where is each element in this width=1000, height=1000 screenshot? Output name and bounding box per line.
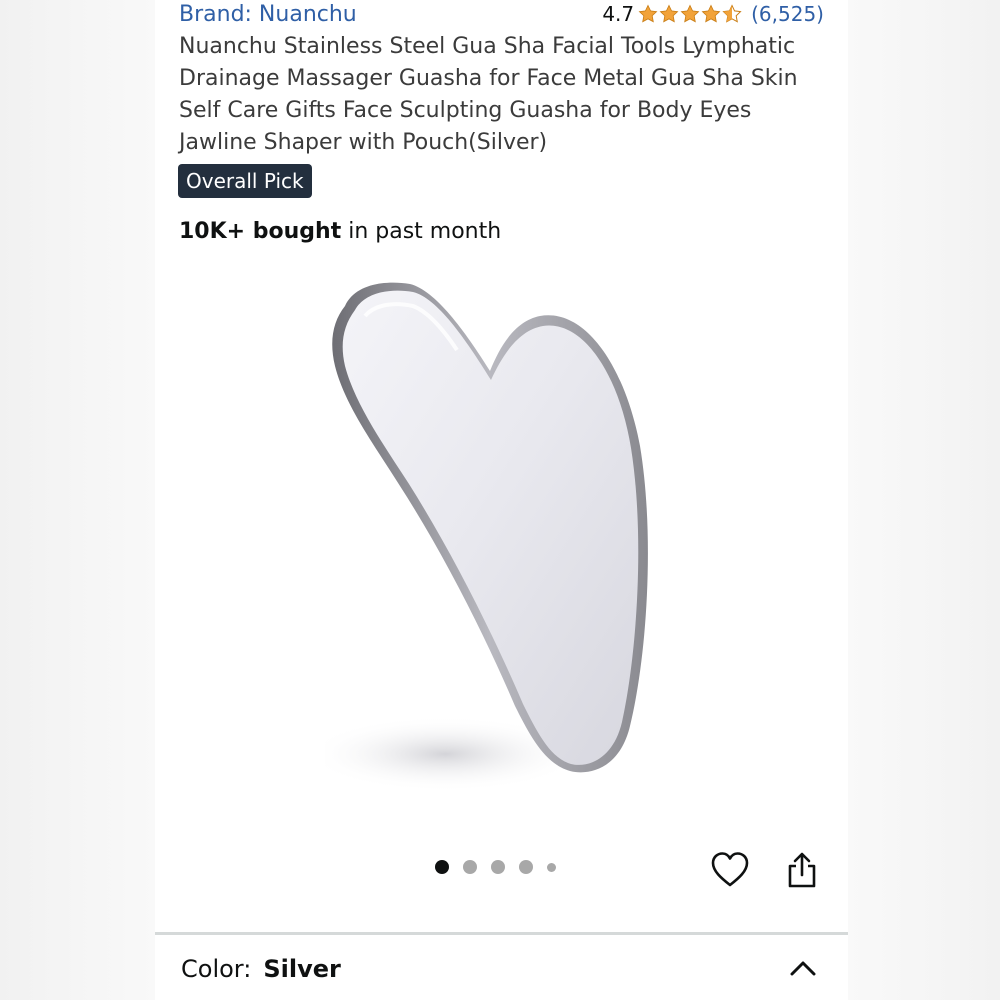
color-value: Silver	[263, 955, 341, 983]
share-icon	[788, 852, 816, 888]
purchase-count: 10K+ bought in past month	[179, 219, 501, 244]
share-button[interactable]	[782, 850, 822, 890]
rating-count-link[interactable]: (6,525)	[751, 2, 824, 26]
star-full-icon	[638, 4, 658, 23]
color-selector[interactable]: Color: Silver	[181, 955, 821, 995]
carousel-dot-3[interactable]	[491, 860, 505, 874]
image-carousel-dots[interactable]	[435, 860, 570, 874]
brand-link[interactable]: Brand: Nuanchu	[179, 2, 357, 27]
product-detail-page: Brand: Nuanchu 4.7 (6,525) Nuanchu Stain…	[155, 0, 848, 1000]
star-full-icon	[659, 4, 679, 23]
star-full-icon	[680, 4, 700, 23]
star-half-icon	[722, 4, 742, 23]
chevron-up-icon	[790, 961, 816, 976]
tool-face	[342, 290, 639, 765]
background-right	[848, 0, 1000, 1000]
carousel-dot-2[interactable]	[463, 860, 477, 874]
background-left	[0, 0, 155, 1000]
brand-rating-row: Brand: Nuanchu 4.7 (6,525)	[179, 0, 824, 30]
purchase-count-rest: in past month	[341, 219, 502, 244]
rating-summary[interactable]: 4.7 (6,525)	[602, 2, 824, 26]
carousel-dot-4[interactable]	[519, 860, 533, 874]
gua-sha-tool-image[interactable]	[325, 276, 685, 806]
color-toggle-button[interactable]	[785, 953, 821, 983]
carousel-dot-1[interactable]	[435, 860, 449, 874]
overall-pick-badge: Overall Pick	[178, 164, 312, 198]
product-title: Nuanchu Stainless Steel Gua Sha Facial T…	[179, 34, 798, 155]
star-full-icon	[701, 4, 721, 23]
purchase-count-bold: 10K+ bought	[179, 219, 342, 244]
heart-icon	[711, 852, 749, 887]
color-label: Color:	[181, 955, 252, 983]
add-to-list-button[interactable]	[710, 850, 750, 890]
section-divider	[155, 932, 848, 935]
star-rating	[638, 4, 743, 24]
carousel-dot-5[interactable]	[547, 862, 556, 872]
rating-value: 4.7	[602, 2, 635, 26]
